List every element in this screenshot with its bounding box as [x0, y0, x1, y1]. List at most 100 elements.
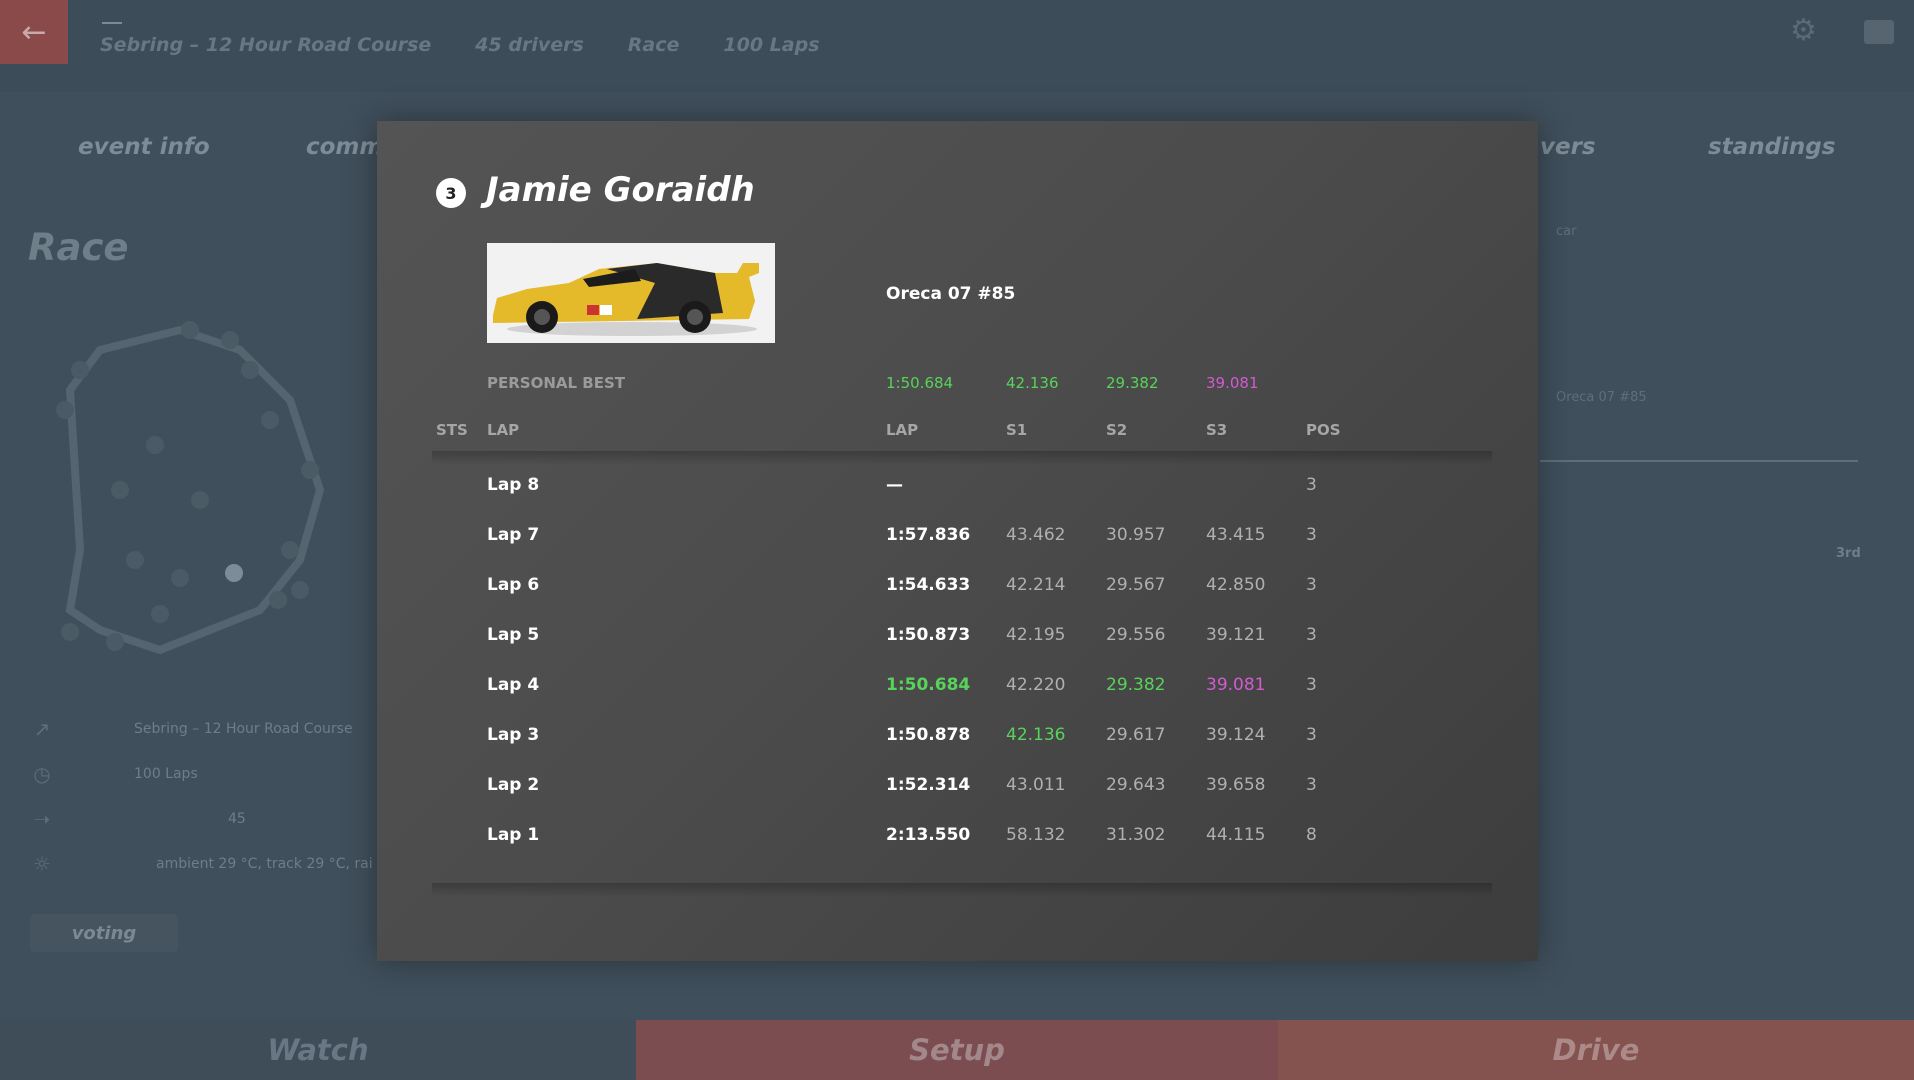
col-s2: S2	[1106, 421, 1128, 439]
sector-2: 29.567	[1106, 575, 1166, 595]
table-row[interactable]: Lap 3 1:50.878 42.136 29.617 39.124 3	[377, 725, 1538, 755]
sector-3: 39.658	[1206, 775, 1266, 795]
lap-label: Lap 6	[487, 575, 540, 595]
col-lap: LAP	[487, 421, 520, 439]
lap-label: Lap 5	[487, 625, 540, 645]
car-column-value: Oreca 07 #85	[1556, 390, 1647, 405]
lap-position: 3	[1306, 575, 1317, 595]
divider	[432, 451, 1492, 465]
sector-1: 43.011	[1006, 775, 1066, 795]
tab-event-info[interactable]: event info	[78, 134, 210, 160]
driver-laps-modal: 3 Jamie Goraidh Oreca 07 #85 PERSONAL BE…	[377, 121, 1538, 961]
helmet-icon: ➝	[33, 806, 51, 831]
table-row[interactable]: Lap 7 1:57.836 43.462 30.957 43.415 3	[377, 525, 1538, 555]
sector-1: 58.132	[1006, 825, 1066, 845]
detail-length-value: 100 Laps	[134, 765, 198, 782]
table-row[interactable]: Lap 2 1:52.314 43.011 29.643 39.658 3	[377, 775, 1538, 805]
sector-1: 42.214	[1006, 575, 1066, 595]
personal-best-s3: 39.081	[1206, 374, 1259, 392]
gear-icon[interactable]: ⚙	[1790, 16, 1820, 46]
lap-time: 1:50.878	[886, 725, 971, 745]
arrow-up-right-icon: ↗	[33, 716, 51, 741]
col-s3: S3	[1206, 421, 1228, 439]
sector-2: 29.556	[1106, 625, 1166, 645]
col-pos: POS	[1306, 421, 1341, 439]
voting-button[interactable]: voting	[30, 914, 178, 952]
track-map	[56, 321, 325, 655]
lap-time: 2:13.550	[886, 825, 971, 845]
lap-label: Lap 4	[487, 675, 540, 695]
detail-drivers-value: 45	[228, 810, 246, 827]
position-badge: 3	[436, 178, 466, 208]
lap-position: 3	[1306, 775, 1317, 795]
table-row[interactable]: Lap 8 — 3	[377, 475, 1538, 505]
lap-position: 3	[1306, 475, 1317, 495]
drive-button[interactable]: Drive	[1278, 1020, 1914, 1080]
setup-button[interactable]: Setup	[636, 1020, 1278, 1080]
sector-1: 42.195	[1006, 625, 1066, 645]
sector-1: 42.220	[1006, 675, 1066, 695]
lap-time: 1:52.314	[886, 775, 971, 795]
driver-name: Jamie Goraidh	[486, 170, 755, 210]
detail-track-value: Sebring – 12 Hour Road Course	[134, 720, 353, 737]
table-row[interactable]: Lap 1 2:13.550 58.132 31.302 44.115 8	[377, 825, 1538, 855]
chat-icon[interactable]	[1864, 20, 1894, 44]
lap-time: —	[886, 475, 903, 495]
detail-length: ◷ 100 Laps	[30, 751, 373, 796]
car-name: Oreca 07 #85	[886, 284, 1016, 304]
lap-position: 3	[1306, 675, 1317, 695]
bottom-action-bar: Watch Setup Drive	[0, 1020, 1914, 1080]
sector-3: 39.121	[1206, 625, 1266, 645]
lap-time: 1:54.633	[886, 575, 971, 595]
back-button[interactable]: ←	[0, 0, 68, 64]
crumb-laps: 100 Laps	[723, 34, 820, 56]
page-title: Race	[28, 226, 129, 269]
table-row[interactable]: Lap 4 1:50.684 42.220 29.382 39.081 3	[377, 675, 1538, 705]
detail-weather-value: ambient 29 °C, track 29 °C, rai	[156, 855, 373, 872]
sector-2: 30.957	[1106, 525, 1166, 545]
lap-time: 1:57.836	[886, 525, 971, 545]
sector-3: 39.124	[1206, 725, 1266, 745]
crumb-track: Sebring – 12 Hour Road Course	[100, 34, 432, 56]
tab-standings[interactable]: standings	[1708, 134, 1835, 160]
watch-button[interactable]: Watch	[0, 1020, 636, 1080]
lap-label: Lap 3	[487, 725, 540, 745]
divider	[1540, 460, 1858, 462]
sector-1: 43.462	[1006, 525, 1066, 545]
sector-3: 44.115	[1206, 825, 1266, 845]
sun-icon: ☼	[33, 851, 51, 876]
car-column-label: car	[1556, 224, 1577, 239]
sector-2: 29.617	[1106, 725, 1166, 745]
clock-icon: ◷	[33, 761, 51, 786]
personal-best-s1: 42.136	[1006, 374, 1059, 392]
tab-partial-right[interactable]: vers	[1540, 134, 1596, 160]
lap-label: Lap 7	[487, 525, 540, 545]
personal-best-label: PERSONAL BEST	[487, 374, 626, 392]
laps-table-header: STS LAP LAP S1 S2 S3 POS	[377, 421, 1538, 445]
lap-label: Lap 1	[487, 825, 540, 845]
table-row[interactable]: Lap 6 1:54.633 42.214 29.567 42.850 3	[377, 575, 1538, 605]
personal-best-row: PERSONAL BEST 1:50.684 42.136 29.382 39.…	[377, 374, 1538, 398]
arrow-left-icon: ←	[21, 14, 47, 50]
tab-partial[interactable]: comm	[306, 134, 383, 160]
sector-2: 29.382	[1106, 675, 1166, 695]
lap-time: 1:50.684	[886, 675, 971, 695]
personal-best-s2: 29.382	[1106, 374, 1159, 392]
position-value: 3rd	[1836, 546, 1861, 561]
table-row[interactable]: Lap 5 1:50.873 42.195 29.556 39.121 3	[377, 625, 1538, 655]
lap-label: Lap 2	[487, 775, 540, 795]
top-bar: ← Sebring – 12 Hour Road Course 45 drive…	[0, 0, 1914, 92]
detail-drivers: ➝ 45	[30, 796, 373, 841]
detail-weather: ☼ ambient 29 °C, track 29 °C, rai	[30, 841, 373, 886]
lap-position: 3	[1306, 625, 1317, 645]
lap-position: 8	[1306, 825, 1317, 845]
personal-best-lap: 1:50.684	[886, 374, 954, 392]
event-details: ↗ Sebring – 12 Hour Road Course ◷ 100 La…	[30, 706, 373, 886]
col-laptime: LAP	[886, 421, 919, 439]
sector-1: 42.136	[1006, 725, 1066, 745]
car-image	[487, 243, 775, 343]
lap-label: Lap 8	[487, 475, 540, 495]
crumb-session: Race	[627, 34, 680, 56]
sector-3: 43.415	[1206, 525, 1266, 545]
col-s1: S1	[1006, 421, 1028, 439]
